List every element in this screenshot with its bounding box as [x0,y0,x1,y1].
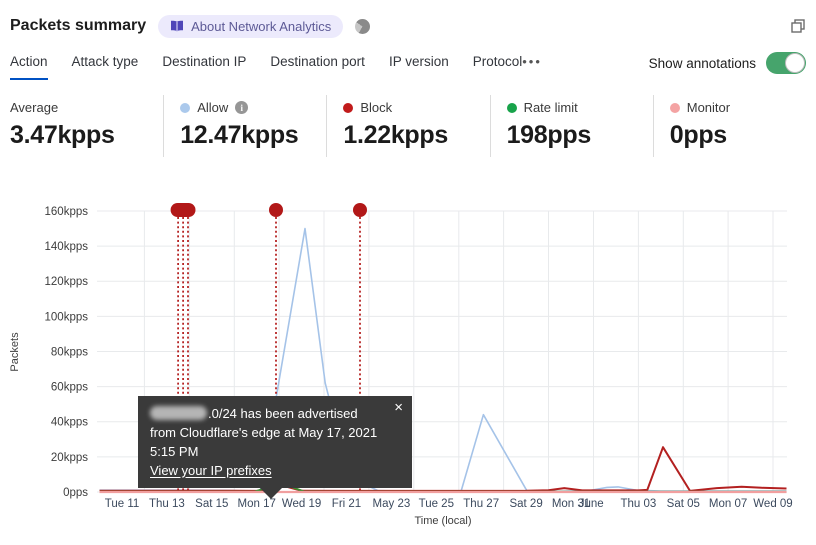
stat-label-row: Allow i [180,100,326,115]
stat-value: 12.47kpps [180,121,299,149]
tab-destination-ip[interactable]: Destination IP [162,50,246,80]
y-tick-label: 140kpps [45,241,89,253]
y-tick-label: 40kpps [51,417,88,429]
annotation-marker-cluster[interactable] [170,203,196,217]
x-tick-label: Sat 15 [195,498,228,510]
annotations-toggle-group: Show annotations [649,50,806,74]
y-tick-label: 100kpps [45,311,89,323]
stat-label-row: Block [343,100,489,115]
close-icon[interactable]: × [394,400,403,415]
about-network-analytics-badge[interactable]: About Network Analytics [158,14,344,38]
packets-chart: 0pps 20kpps 40kpps 60kpps 80kpps 100kpps 120kp… [9,203,793,527]
x-axis-title: Time (local) [414,515,471,527]
stat-block: Block 1.22kpps [326,95,489,157]
chart-area: 0pps 20kpps 40kpps 60kpps 80kpps 100kpps 120kp… [0,185,816,545]
annotation-marker[interactable] [353,203,367,217]
tab-attack-type[interactable]: Attack type [72,50,139,80]
stat-label-row: Average [10,100,163,115]
stat-average: Average 3.47kpps [0,95,163,157]
info-icon[interactable]: i [235,101,249,114]
x-tick-label: Wed 09 [753,498,792,510]
legend-dot-icon [343,102,354,113]
y-tick-label: 120kpps [45,276,89,288]
stat-label: Monitor [686,100,731,115]
tab-protocol[interactable]: Protocol [473,50,523,80]
legend-dot-icon [180,102,191,113]
x-tick-label: Thu 03 [620,498,656,510]
x-tick-label: Tue 11 [105,498,140,510]
redacted-ip-prefix [150,406,207,420]
y-tick-label: 80kpps [51,347,88,359]
show-annotations-toggle[interactable] [766,52,806,74]
popout-icon[interactable] [790,18,806,34]
stat-label-row: Monitor [669,100,816,115]
view-ip-prefixes-link[interactable]: View your IP prefixes [150,463,272,478]
tab-destination-port[interactable]: Destination port [270,50,365,80]
legend-dot-icon [506,102,517,113]
refresh-spinner-icon [355,18,371,34]
stat-label: Allow [197,100,229,115]
x-tick-label: Mon 17 [238,498,276,510]
more-tabs-button[interactable]: ••• [522,50,542,73]
tab-action[interactable]: Action [10,50,48,80]
packets-summary-panel: Packets summary About Network Analytics … [0,0,816,545]
tab-bar: Action Attack type Destination IP Destinati… [10,50,806,84]
stat-value: 3.47kpps [10,121,115,149]
stat-label-row: Rate limit [506,100,653,115]
stat-allow: Allow i 12.47kpps [163,95,326,157]
header: Packets summary About Network Analytics [10,10,806,42]
stat-monitor: Monitor 0pps [652,95,816,157]
stat-value: 198pps [506,121,592,149]
show-annotations-label: Show annotations [648,55,756,71]
page-title: Packets summary [10,17,147,34]
x-tick-label: Thu 13 [149,498,185,510]
toggle-knob [785,53,805,73]
stat-label: Rate limit [523,100,578,115]
book-icon [170,20,184,32]
annotation-marker[interactable] [269,203,283,217]
badge-label: About Network Analytics [191,18,332,34]
stat-rate-limit: Rate limit 198pps [489,95,653,157]
y-tick-label: 60kpps [51,382,88,394]
stat-label: Average [10,100,59,115]
x-tick-label: Tue 25 [419,498,454,510]
y-axis-title: Packets [9,332,21,372]
x-tick-label: Sat 05 [667,498,700,510]
y-tick-label: 160kpps [45,206,89,218]
stat-label: Block [360,100,393,115]
x-tick-label: Thu 27 [463,498,499,510]
stats-row: Average 3.47kpps Allow i 12.47kpps Block 1.22k… [0,95,816,157]
legend-dot-icon [669,102,680,113]
x-tick-label: June [579,498,604,510]
y-tick-label: 20kpps [51,452,88,464]
x-tick-label: Mon 07 [709,498,747,510]
x-tick-label: Wed 19 [282,498,321,510]
stat-value: 1.22kpps [343,121,448,149]
annotation-tooltip: × .0/24 has been advertised from Cloudfl… [138,396,412,500]
tooltip-text: .0/24 has been advertised from Cloudflar… [150,406,378,459]
tooltip-caret [260,488,282,500]
x-tick-label: Fri 21 [332,498,361,510]
x-tick-label: May 23 [373,498,411,510]
x-tick-label: Sat 29 [509,498,542,510]
y-tick-label: 0pps [63,487,88,499]
tabs: Action Attack type Destination IP Destinati… [10,50,522,80]
stat-value: 0pps [669,121,727,149]
tab-ip-version[interactable]: IP version [389,50,449,80]
